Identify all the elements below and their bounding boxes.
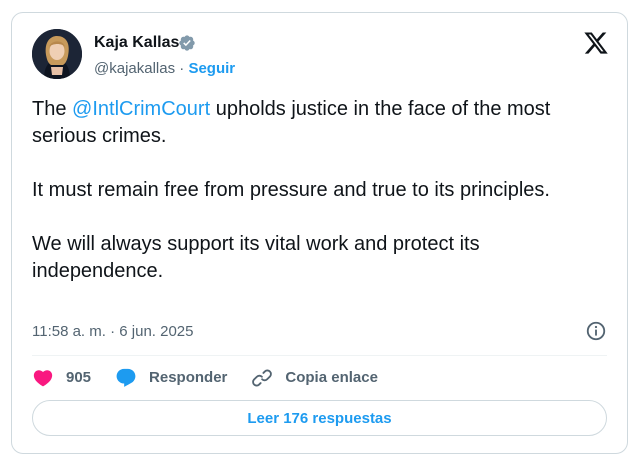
copy-link-label: Copia enlace [285,369,378,386]
tweet-paragraph-3: We will always support its vital work an… [32,233,480,282]
embedded-tweet-card: Kaja Kallas @kajakallas · Seguir The @In… [11,12,628,454]
tweet-text-segment: The [32,98,73,120]
action-bar: 905 Responder Copia enlace [32,366,402,390]
avatar[interactable] [32,29,82,79]
author-handle[interactable]: @kajakallas [94,60,175,77]
avatar-photo [32,29,82,79]
link-icon [252,369,273,387]
handle-separator: · [175,60,189,77]
follow-link[interactable]: Seguir [188,60,235,77]
x-logo-icon[interactable] [583,30,609,56]
reply-label: Responder [149,369,228,386]
read-replies-button[interactable]: Leer 176 respuestas [32,400,607,436]
tweet-text: The @IntlCrimCourt upholds justice in th… [32,96,607,285]
reply-button[interactable]: Responder [115,367,227,389]
copy-link-button[interactable]: Copia enlace [251,367,378,389]
tweet-paragraph-1: The @IntlCrimCourt upholds justice in th… [32,96,607,150]
like-button[interactable]: 905 [32,367,91,389]
tweet-paragraph-2: It must remain free from pressure and tr… [32,179,550,201]
like-count: 905 [66,369,92,386]
verified-badge-icon [179,35,195,51]
mention-link[interactable]: @IntlCrimCourt [72,98,210,120]
tweet-timestamp[interactable]: 11:58 a. m. · 6 jun. 2025 [32,322,194,342]
heart-icon [33,370,53,387]
author-name[interactable]: Kaja Kallas [94,33,179,53]
info-icon[interactable] [585,320,607,342]
divider [32,355,607,356]
handle-row: @kajakallas · Seguir [94,59,235,79]
reply-bubble-icon [116,368,136,387]
